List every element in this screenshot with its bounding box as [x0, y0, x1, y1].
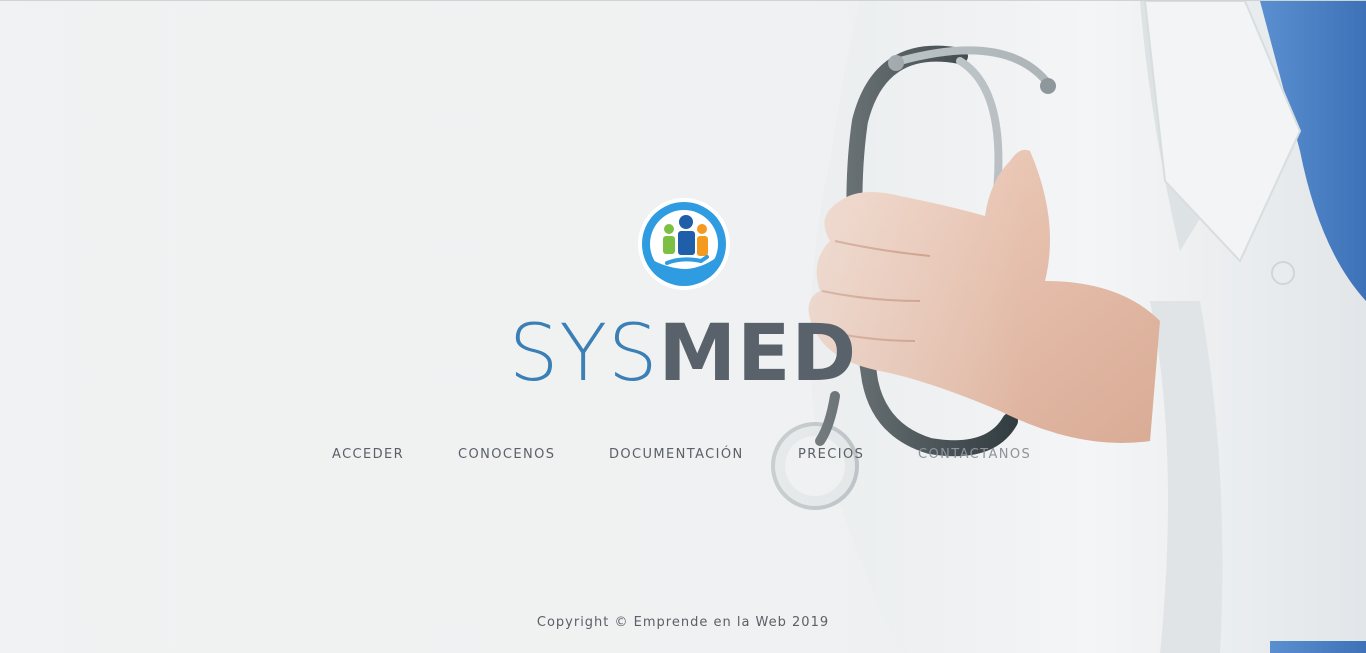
nav-documentacion[interactable]: DOCUMENTACIÓN [609, 445, 744, 465]
brand-part-sys: SYS [508, 309, 659, 399]
brand-part-med: MED [658, 309, 858, 399]
nav-acceder[interactable]: ACCEDER [332, 445, 404, 465]
nav-contactanos[interactable]: CONTACTANOS [918, 445, 1031, 465]
sysmed-logo-icon [638, 198, 730, 290]
brand-wordmark: SYSMED [0, 309, 1366, 399]
footer-copyright: Copyright © Emprende en la Web 2019 [536, 615, 830, 630]
landing-page: SYSMED ACCEDER CONOCENOS DOCUMENTACIÓN P… [0, 0, 1366, 653]
nav-conocenos[interactable]: CONOCENOS [458, 445, 555, 465]
nav-precios[interactable]: PRECIOS [798, 445, 864, 465]
main-nav: ACCEDER CONOCENOS DOCUMENTACIÓN PRECIOS … [0, 445, 1366, 465]
